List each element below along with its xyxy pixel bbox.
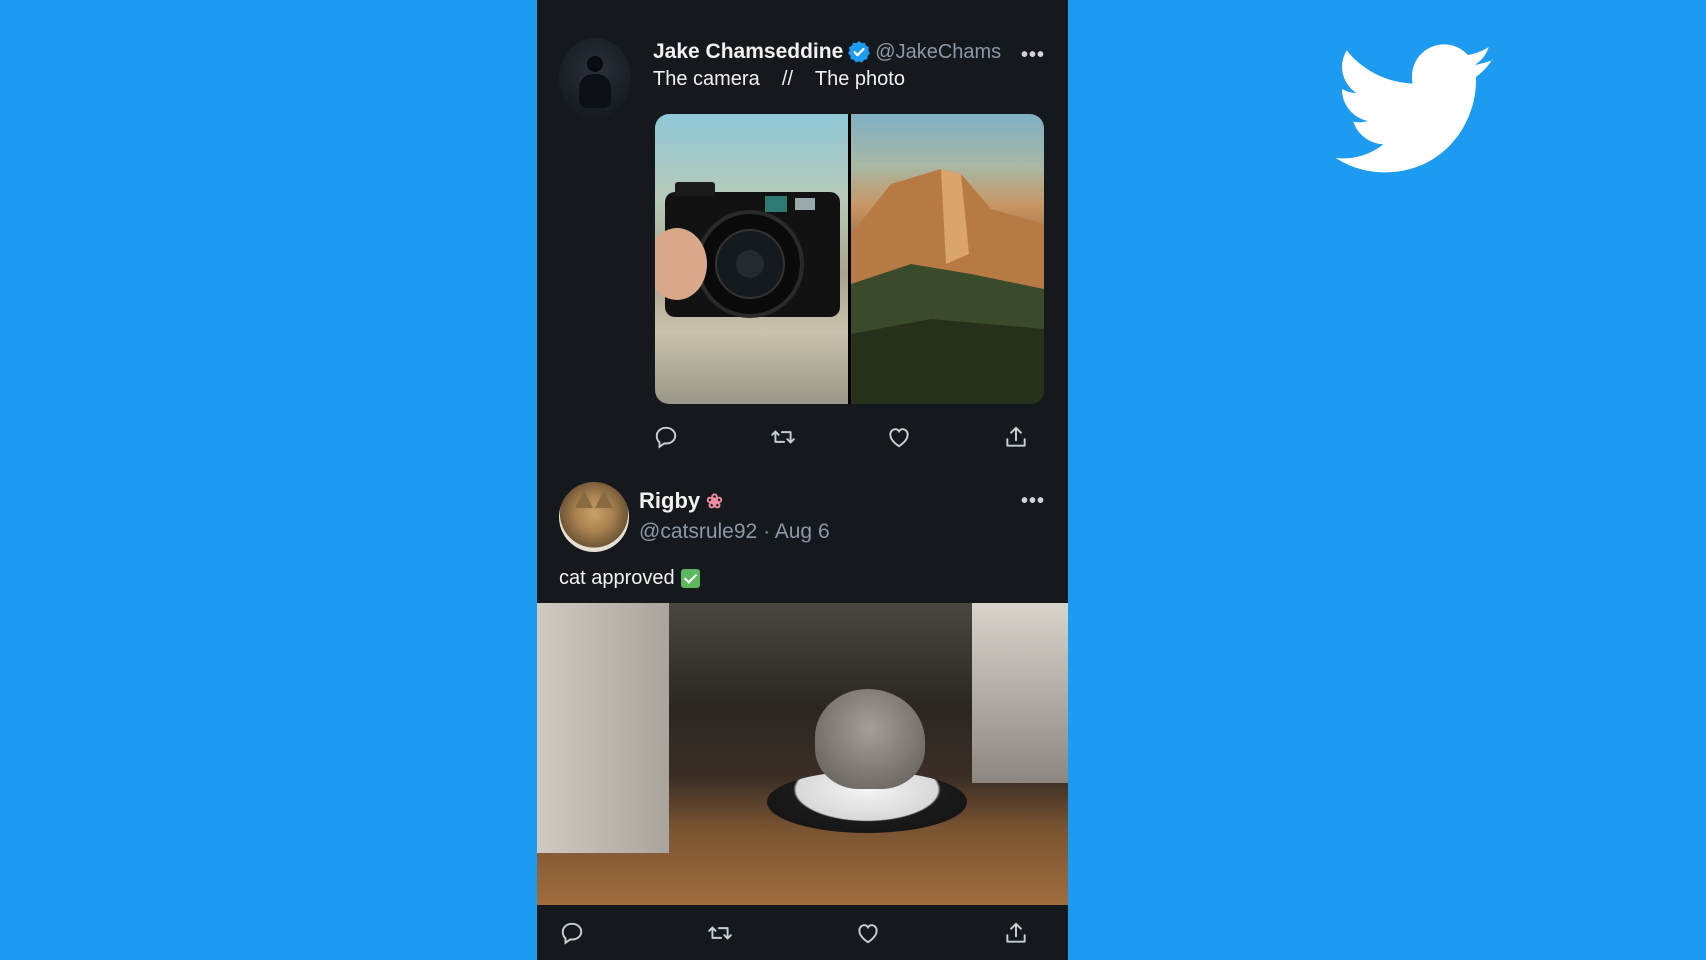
tweet-text: cat approved <box>559 567 700 590</box>
author-handle[interactable]: @catsrule92 <box>639 520 757 543</box>
retweet-icon[interactable] <box>707 920 733 946</box>
author-handle[interactable]: @JakeChams <box>875 41 1001 64</box>
tweet-text-content: cat approved <box>559 567 675 589</box>
twitter-bird-icon <box>1336 44 1494 173</box>
author-name-text[interactable]: Rigby <box>639 488 700 514</box>
tweet-actions <box>653 424 1029 450</box>
author-name[interactable]: Rigby ❀ <box>639 488 723 514</box>
share-icon[interactable] <box>1003 920 1029 946</box>
reply-icon[interactable] <box>653 424 679 450</box>
tweet-date[interactable]: Aug 6 <box>775 520 830 543</box>
cat-on-robot-vacuum-video[interactable] <box>537 603 1068 905</box>
avatar[interactable] <box>559 38 631 118</box>
camera-illustration <box>655 182 840 318</box>
author-name[interactable]: Jake Chamseddine <box>653 40 843 64</box>
tweet-header: Jake Chamseddine @JakeChams <box>653 38 1001 66</box>
tweet-meta: @catsrule92 · Aug 6 <box>639 520 830 544</box>
camera-photo[interactable] <box>655 114 848 404</box>
more-options-icon[interactable]: ••• <box>1021 490 1045 513</box>
like-icon[interactable] <box>855 920 881 946</box>
meta-separator: · <box>763 520 771 543</box>
tweet-actions <box>559 920 1029 946</box>
check-mark-button-icon <box>680 569 700 588</box>
tweet-text: The camera // The photo <box>653 68 905 90</box>
share-icon[interactable] <box>1003 424 1029 450</box>
tweet-media-grid[interactable] <box>655 114 1044 404</box>
mountain-photo[interactable] <box>851 114 1044 404</box>
video-shelf <box>972 603 1068 783</box>
retweet-icon[interactable] <box>770 424 796 450</box>
avatar[interactable] <box>559 482 629 552</box>
flower-emoji: ❀ <box>706 490 723 513</box>
reply-icon[interactable] <box>559 920 585 946</box>
timeline-panel: Jake Chamseddine @JakeChams ••• The came… <box>537 0 1068 960</box>
video-cat <box>815 689 925 789</box>
verified-badge-icon <box>848 41 871 63</box>
like-icon[interactable] <box>886 424 912 450</box>
video-cabinet <box>537 603 669 853</box>
more-options-icon[interactable]: ••• <box>1021 44 1045 67</box>
mountain-illustration <box>851 169 1044 404</box>
